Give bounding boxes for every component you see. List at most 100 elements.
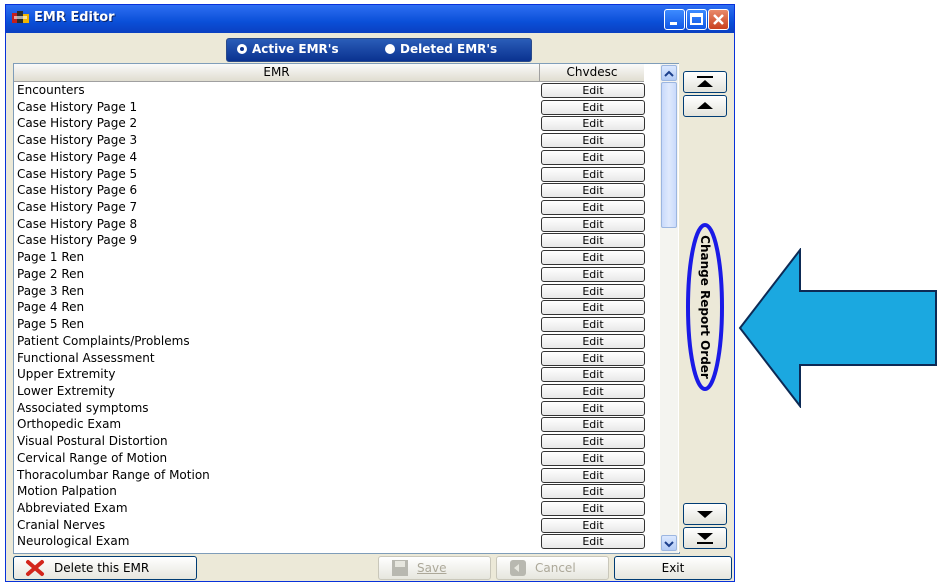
edit-button[interactable]: Edit (541, 283, 645, 299)
edit-button[interactable]: Edit (541, 383, 645, 399)
emr-editor-window: EMR Editor Active EMR's Deleted EMR's EM… (5, 4, 735, 582)
annotation-arrow-left (738, 248, 937, 408)
delete-emr-button[interactable]: Delete this EMR (13, 556, 197, 580)
table-row[interactable]: Abbreviated Exam Edit (14, 500, 660, 517)
table-row[interactable]: Visual Postural Distortion Edit (14, 433, 660, 450)
cancel-button[interactable]: Cancel (496, 556, 609, 580)
edit-button[interactable]: Edit (541, 116, 645, 132)
move-down-button[interactable] (683, 503, 727, 525)
deleted-emrs-label: Deleted EMR's (400, 42, 498, 56)
edit-button[interactable]: Edit (541, 99, 645, 115)
active-emrs-option[interactable]: Active EMR's (237, 42, 339, 56)
scrollbar-thumb[interactable] (661, 82, 677, 228)
column-header-chvdesc[interactable]: Chvdesc (540, 64, 644, 82)
action-bar: Delete this EMR Save Cancel Exit (6, 555, 734, 581)
column-header-emr[interactable]: EMR (14, 64, 540, 82)
emr-name: Page 3 Ren (17, 283, 85, 298)
exit-button[interactable]: Exit (614, 556, 732, 580)
emr-name: Case History Page 8 (17, 216, 138, 231)
table-row[interactable]: Case History Page 1 Edit (14, 99, 660, 116)
save-button[interactable]: Save (378, 556, 491, 580)
table-row[interactable]: Case History Page 3 Edit (14, 132, 660, 149)
table-row[interactable]: Cervical Range of Motion Edit (14, 450, 660, 467)
table-row[interactable]: Lower Extremity Edit (14, 383, 660, 400)
table-row[interactable]: Page 4 Ren Edit (14, 299, 660, 316)
table-row[interactable]: Neurological Exam Edit (14, 533, 660, 550)
edit-button[interactable]: Edit (541, 266, 645, 282)
edit-button[interactable]: Edit (541, 367, 645, 383)
emr-name: Case History Page 1 (17, 99, 138, 114)
table-row[interactable]: Encounters Edit (14, 82, 660, 99)
minimize-button[interactable] (664, 9, 685, 30)
chevron-down-icon (664, 541, 674, 548)
table-row[interactable]: Case History Page 2 Edit (14, 115, 660, 132)
edit-button[interactable]: Edit (541, 400, 645, 416)
emr-name: Case History Page 3 (17, 133, 138, 148)
emr-name: Upper Extremity (17, 367, 116, 382)
edit-button[interactable]: Edit (541, 216, 645, 232)
edit-button[interactable]: Edit (541, 534, 645, 550)
active-emrs-label: Active EMR's (252, 42, 339, 56)
edit-button[interactable]: Edit (541, 300, 645, 316)
table-row[interactable]: Page 2 Ren Edit (14, 266, 660, 283)
table-row[interactable]: Functional Assessment Edit (14, 350, 660, 367)
edit-button[interactable]: Edit (541, 350, 645, 366)
table-row[interactable]: Page 3 Ren Edit (14, 283, 660, 300)
emr-name: Case History Page 5 (17, 166, 138, 181)
table-row[interactable]: Cranial Nerves Edit (14, 517, 660, 534)
emr-name: Abbreviated Exam (17, 500, 128, 515)
scroll-up-button[interactable] (661, 65, 677, 81)
edit-button[interactable]: Edit (541, 250, 645, 266)
edit-button[interactable]: Edit (541, 133, 645, 149)
table-row[interactable]: Upper Extremity Edit (14, 366, 660, 383)
edit-button[interactable]: Edit (541, 484, 645, 500)
change-report-order-label: Change Report Order (698, 235, 712, 379)
edit-button[interactable]: Edit (541, 417, 645, 433)
table-row[interactable]: Case History Page 4 Edit (14, 149, 660, 166)
scroll-down-button[interactable] (661, 535, 677, 551)
table-row[interactable]: Orthopedic Exam Edit (14, 416, 660, 433)
table-row[interactable]: Thoracolumbar Range of Motion Edit (14, 467, 660, 484)
close-button[interactable] (708, 9, 729, 30)
cancel-label: Cancel (535, 561, 576, 575)
emr-filter-toggle: Active EMR's Deleted EMR's (226, 38, 532, 62)
edit-button[interactable]: Edit (541, 149, 645, 165)
table-row[interactable]: Motion Palpation Edit (14, 483, 660, 500)
order-panel: Change Report Order (679, 63, 733, 552)
radio-unselected-icon (385, 43, 395, 54)
deleted-emrs-option[interactable]: Deleted EMR's (385, 42, 497, 56)
table-row[interactable]: Case History Page 5 Edit (14, 166, 660, 183)
emr-name: Orthopedic Exam (17, 417, 122, 432)
table-row[interactable]: Page 1 Ren Edit (14, 249, 660, 266)
emr-name: Page 4 Ren (17, 300, 85, 315)
move-up-button[interactable] (683, 95, 727, 117)
emr-name: Visual Postural Distortion (17, 434, 168, 449)
edit-button[interactable]: Edit (541, 333, 645, 349)
edit-button[interactable]: Edit (541, 183, 645, 199)
minimize-icon (670, 22, 677, 25)
edit-button[interactable]: Edit (541, 500, 645, 516)
edit-button[interactable]: Edit (541, 434, 645, 450)
emr-table: EMR Chvdesc Encounters Edit Case History P… (13, 63, 680, 554)
edit-button[interactable]: Edit (541, 83, 645, 98)
table-row[interactable]: Associated symptoms Edit (14, 400, 660, 417)
table-row[interactable]: Page 5 Ren Edit (14, 316, 660, 333)
edit-button[interactable]: Edit (541, 517, 645, 533)
edit-button[interactable]: Edit (541, 166, 645, 182)
edit-button[interactable]: Edit (541, 317, 645, 333)
table-row[interactable]: Case History Page 8 Edit (14, 216, 660, 233)
table-row[interactable]: Case History Page 7 Edit (14, 199, 660, 216)
table-row[interactable]: Case History Page 6 Edit (14, 182, 660, 199)
move-to-bottom-button[interactable] (683, 527, 727, 549)
emr-name: Case History Page 2 (17, 116, 138, 131)
edit-button[interactable]: Edit (541, 233, 645, 249)
maximize-button[interactable] (686, 9, 707, 30)
table-row[interactable]: Patient Complaints/Problems Edit (14, 333, 660, 350)
edit-button[interactable]: Edit (541, 450, 645, 466)
edit-button[interactable]: Edit (541, 467, 645, 483)
table-row[interactable]: Case History Page 9 Edit (14, 232, 660, 249)
edit-button[interactable]: Edit (541, 200, 645, 216)
vertical-scrollbar[interactable] (660, 64, 678, 553)
move-to-top-button[interactable] (683, 71, 727, 93)
close-icon (713, 14, 724, 25)
